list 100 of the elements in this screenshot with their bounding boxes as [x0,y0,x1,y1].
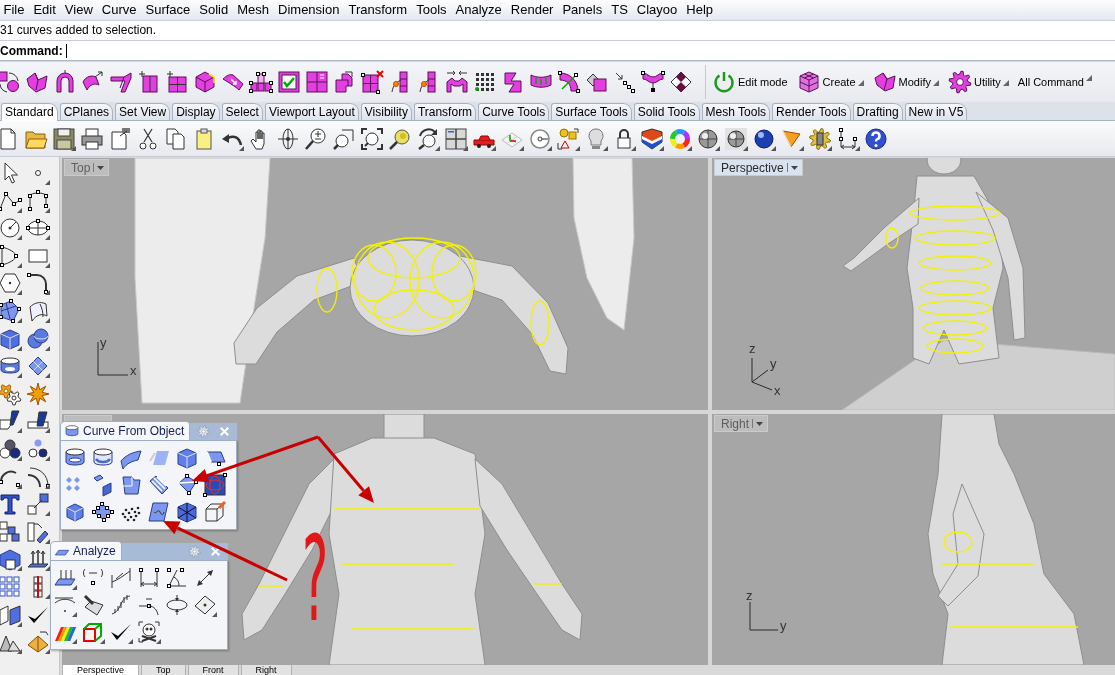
distance-icon[interactable] [137,565,161,590]
skull-icon[interactable] [137,619,161,644]
menu-item[interactable]: Render [506,0,558,20]
toolbar-tab[interactable]: Surface Tools [551,103,632,120]
shapes-rotate-icon[interactable] [0,70,21,94]
surface-normal-icon[interactable] [81,592,105,617]
quad-grid-icon[interactable] [305,70,329,94]
menu-item[interactable]: Mesh [232,0,274,20]
dropdown-arrow-icon[interactable] [786,163,799,172]
wireframe-cube-icon[interactable] [203,499,227,524]
zoom-in-icon[interactable] [304,126,328,151]
menu-item[interactable]: Solid [194,0,233,20]
menu-item[interactable]: Panels [557,0,607,20]
toolbar-tab[interactable]: Drafting [852,103,903,120]
delete-faces-icon[interactable] [361,70,385,94]
toolbar-tab[interactable]: Standard [1,103,58,121]
bent-plate-icon[interactable] [109,70,133,94]
layers-icon[interactable] [640,126,664,151]
grid-panel-icon[interactable] [165,70,189,94]
dimension-icon[interactable] [836,126,860,151]
zoom-rotate-icon[interactable] [416,126,440,151]
ribbon-surface-icon[interactable] [501,70,525,94]
viewport-tab[interactable]: Top [141,665,186,675]
circle-point-icon[interactable] [528,126,552,151]
color-wheel-icon[interactable] [668,126,692,151]
gears-icon[interactable] [0,381,22,406]
toolbar-tab[interactable]: Render Tools [772,103,851,120]
uv-surface-icon[interactable] [147,499,171,524]
menu-item[interactable]: Transform [343,0,412,20]
menu-item[interactable]: View [60,0,98,20]
panel-title-tab[interactable]: Curve From Object [60,421,191,440]
control-grid-icon[interactable] [91,499,115,524]
menu-item[interactable]: File [0,0,29,20]
menu-item[interactable]: Help [681,0,718,20]
pyramid-icon[interactable] [26,630,50,655]
dot-grid-icon[interactable] [473,70,497,94]
curvature-graph-icon[interactable] [109,592,133,617]
spheres-icon[interactable] [26,326,50,351]
rotate-rect-icon[interactable] [26,519,50,544]
toolbar-tab[interactable]: New in V5 [904,103,968,120]
orbit-icon[interactable] [276,126,300,151]
surface-from-points-icon[interactable] [0,298,22,323]
cylinder-icon[interactable] [0,354,22,379]
toolbar-button[interactable]: All Command [1015,75,1094,89]
menu-item[interactable]: Curve [97,0,141,20]
four-viewports-icon[interactable] [444,126,468,151]
circle-icon[interactable] [0,216,22,241]
toolbar-button[interactable]: Utility [945,70,1011,94]
split-panel-icon[interactable] [137,70,161,94]
sphere-icon[interactable] [696,126,720,151]
zoom-selected-icon[interactable] [388,126,412,151]
menu-item[interactable]: Tools [411,0,452,20]
help-icon[interactable] [864,126,888,151]
boolean-spheres-icon[interactable] [0,436,22,461]
burst-icon[interactable] [26,381,50,406]
extrude-arrows-icon[interactable] [26,547,50,572]
curved-edge-icon[interactable] [557,70,581,94]
toolbar-tab[interactable]: Curve Tools [478,103,550,120]
menu-item[interactable]: Edit [28,0,61,20]
toolbar-tab[interactable]: Visibility [360,103,412,120]
toolbar-tab[interactable]: CPlanes [59,103,114,120]
surface-grid-icon[interactable] [26,354,50,379]
bridge-icon[interactable] [445,70,469,94]
viewport-tab[interactable]: Front [187,665,239,675]
zoom-window-icon[interactable] [332,126,356,151]
offset-curve-icon[interactable] [26,464,50,489]
checker-tile-icon[interactable] [669,70,693,94]
toolbar-tab[interactable]: Transform [413,103,477,120]
viewport-tab[interactable]: Perspective [62,665,140,675]
control-cage-icon[interactable] [249,70,273,94]
ellipse-icon[interactable] [26,216,50,241]
viewport-title-tab[interactable]: Right [714,415,768,432]
lens-arrows-icon[interactable] [165,592,189,617]
panel-title-tab[interactable]: Analyze [50,541,122,560]
menu-item[interactable]: TS [606,0,633,20]
printer-icon[interactable] [80,126,104,151]
sphere-icon[interactable] [752,126,776,151]
menu-item[interactable]: Dimension [273,0,344,20]
polygon-icon[interactable] [0,271,22,296]
plane-cut-icon[interactable] [26,409,50,434]
box-icon[interactable] [193,70,217,94]
offset-plates-icon[interactable] [91,472,115,497]
toolbar-tab[interactable]: Viewport Layout [264,103,359,120]
point-diagonal-icon[interactable] [613,70,637,94]
toolbar-tab[interactable]: Select [221,103,263,120]
checked-grid-icon[interactable] [277,70,301,94]
toolbar-tab[interactable]: Mesh Tools [701,103,771,120]
grid-array-icon[interactable] [0,574,22,599]
scissors-icon[interactable] [136,126,160,151]
dropdown-arrow-icon[interactable] [93,163,106,172]
pull-vertex-icon[interactable] [641,70,665,94]
viewport-tab[interactable]: Right [240,665,292,675]
plane-cut-icon[interactable] [0,409,22,434]
box-cut-icon[interactable] [0,547,22,572]
fillet-curve-icon[interactable] [26,271,50,296]
close-icon[interactable] [209,545,222,558]
curve-length-icon[interactable] [109,565,133,590]
toolbar-tab[interactable]: Display [172,103,220,120]
angle-icon[interactable] [165,565,189,590]
toolbar-tab[interactable]: Solid Tools [633,103,700,120]
